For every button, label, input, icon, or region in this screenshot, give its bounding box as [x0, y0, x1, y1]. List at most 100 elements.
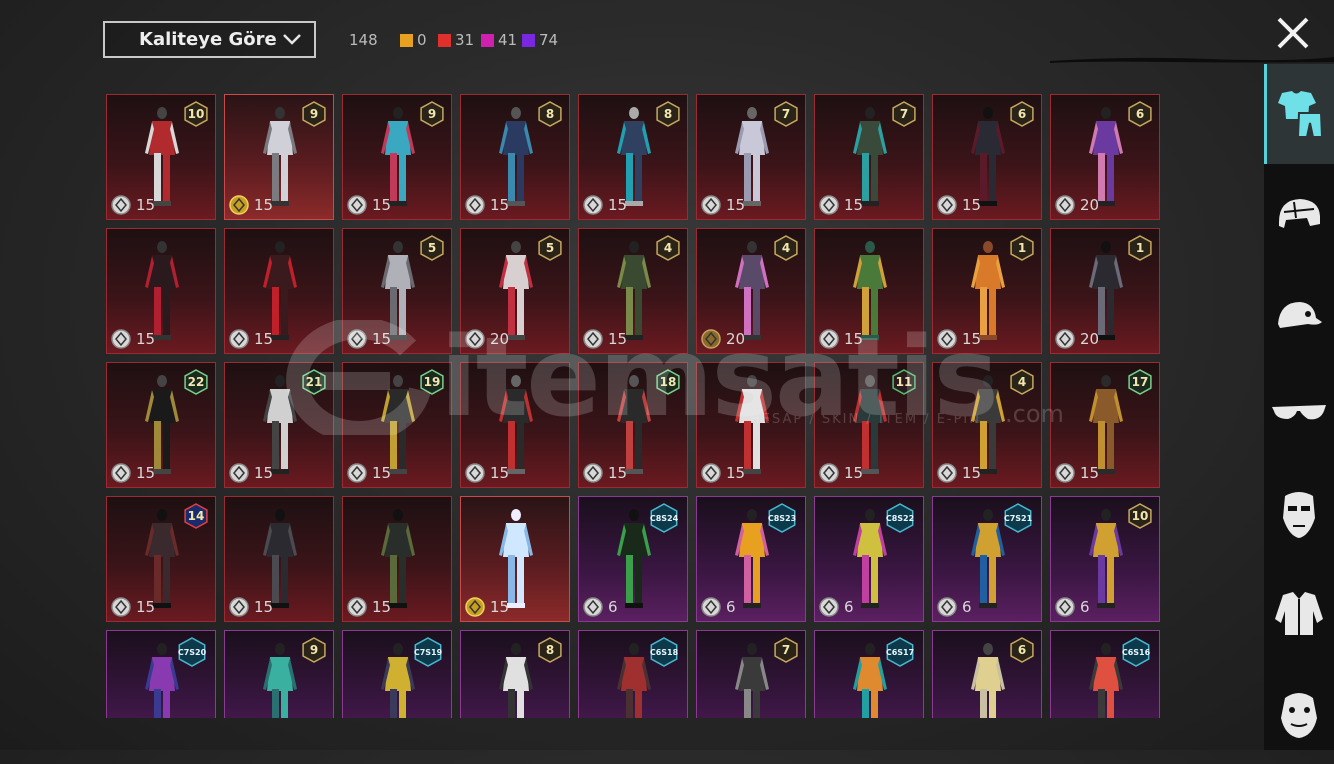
inventory-item-card[interactable]: 15 [814, 228, 924, 354]
price-value: 15 [254, 330, 274, 348]
purple-count: 74 [539, 31, 559, 49]
level-badge: 7 [773, 101, 799, 127]
level-badge: 9 [301, 637, 327, 663]
price-value: 15 [490, 598, 510, 616]
season-badge: C7S19 [411, 637, 445, 667]
inventory-item-card[interactable]: C6S18 [578, 630, 688, 718]
inventory-item-card[interactable]: 15 [460, 362, 570, 488]
inventory-item-card[interactable]: 5 20 [460, 228, 570, 354]
item-price: 15 [228, 596, 273, 618]
rarity-count-legendary: 0 [400, 31, 427, 49]
inventory-item-card[interactable]: 6 [932, 630, 1042, 718]
price-value: 20 [1080, 196, 1100, 214]
tab-faces[interactable] [1264, 664, 1334, 764]
inventory-item-card[interactable]: 18 15 [578, 362, 688, 488]
price-value: 15 [136, 196, 156, 214]
inventory-item-card[interactable]: 10 15 [106, 94, 216, 220]
inventory-item-card[interactable]: 21 15 [224, 362, 334, 488]
badge-text: 8 [663, 107, 673, 121]
inventory-item-card[interactable]: 7 [696, 630, 806, 718]
chevron-down-icon [283, 34, 301, 45]
inventory-item-card[interactable]: C7S19 [342, 630, 452, 718]
tab-helmets[interactable] [1264, 164, 1334, 264]
inventory-item-card[interactable]: 8 15 [578, 94, 688, 220]
inventory-item-card[interactable]: 19 15 [342, 362, 452, 488]
legendary-swatch [400, 33, 413, 47]
badge-text: 17 [1131, 375, 1149, 389]
tab-caps[interactable] [1264, 264, 1334, 364]
inventory-item-card[interactable]: 7 15 [696, 94, 806, 220]
price-value: 15 [136, 330, 156, 348]
badge-text: 7 [899, 107, 909, 121]
inventory-item-card[interactable]: 1 20 [1050, 228, 1160, 354]
level-badge: 14 [183, 503, 209, 529]
inventory-item-card[interactable]: 5 15 [342, 228, 452, 354]
item-price: 15 [346, 194, 391, 216]
inventory-item-card[interactable]: 15 [342, 496, 452, 622]
coin-icon [819, 463, 839, 483]
inventory-item-card[interactable]: 14 15 [106, 496, 216, 622]
close-icon[interactable] [1272, 12, 1314, 54]
inventory-item-card[interactable]: 1 15 [932, 228, 1042, 354]
badge-text: 9 [309, 107, 319, 121]
price-value: 15 [608, 196, 628, 214]
inventory-item-card[interactable]: 4 15 [578, 228, 688, 354]
inventory-item-card[interactable]: 4 20 [696, 228, 806, 354]
inventory-item-card[interactable]: 9 [224, 630, 334, 718]
pink-count: 41 [498, 31, 518, 49]
inventory-item-card[interactable]: C6S16 [1050, 630, 1160, 718]
item-price: 6 [818, 596, 854, 618]
level-badge: 9 [419, 101, 445, 127]
inventory-item-card[interactable]: 15 [460, 496, 570, 622]
inventory-item-card[interactable]: 11 15 [814, 362, 924, 488]
badge-text: 10 [1131, 509, 1149, 523]
coin-icon [819, 195, 839, 215]
tab-jackets[interactable] [1264, 564, 1334, 664]
inventory-item-card[interactable]: C8S24 6 [578, 496, 688, 622]
inventory-item-card[interactable]: C7S20 [106, 630, 216, 718]
inventory-item-card[interactable]: 8 15 [460, 94, 570, 220]
pink-swatch [481, 33, 494, 47]
coin-icon [465, 463, 485, 483]
tab-masks[interactable] [1264, 464, 1334, 564]
coin-icon [347, 329, 367, 349]
inventory-item-card[interactable]: 10 6 [1050, 496, 1160, 622]
inventory-item-card[interactable]: 7 15 [814, 94, 924, 220]
inventory-item-card[interactable]: 8 [460, 630, 570, 718]
item-price: 15 [464, 462, 509, 484]
price-value: 6 [1080, 598, 1090, 616]
level-badge: 9 [301, 101, 327, 127]
inventory-item-card[interactable]: 22 15 [106, 362, 216, 488]
inventory-item-card[interactable]: C7S21 6 [932, 496, 1042, 622]
price-value: 6 [608, 598, 618, 616]
level-badge: 10 [183, 101, 209, 127]
price-value: 20 [490, 330, 510, 348]
level-badge: 10 [1127, 503, 1153, 529]
inventory-item-card[interactable]: 6 20 [1050, 94, 1160, 220]
inventory-item-card[interactable]: 15 [696, 362, 806, 488]
inventory-item-card[interactable]: C8S22 6 [814, 496, 924, 622]
coin-icon [937, 195, 957, 215]
sort-dropdown[interactable]: Kaliteye Göre [103, 21, 316, 58]
purple-swatch [522, 33, 535, 47]
inventory-item-card[interactable]: C6S17 [814, 630, 924, 718]
inventory-item-card[interactable]: 15 [224, 496, 334, 622]
tab-glasses[interactable] [1264, 364, 1334, 464]
inventory-item-card[interactable]: C8S23 6 [696, 496, 806, 622]
inventory-item-card[interactable]: 9 15 [224, 94, 334, 220]
item-price: 15 [936, 462, 981, 484]
item-price: 20 [1054, 194, 1099, 216]
inventory-item-card[interactable]: 4 15 [932, 362, 1042, 488]
inventory-item-card[interactable]: 15 [224, 228, 334, 354]
inventory-item-card[interactable]: 15 [106, 228, 216, 354]
outfit-figure [735, 643, 769, 718]
price-value: 15 [254, 196, 274, 214]
tab-outfits[interactable] [1264, 64, 1334, 164]
price-value: 15 [490, 196, 510, 214]
badge-text: 19 [423, 375, 441, 389]
item-price: 15 [110, 462, 155, 484]
outfit-figure [263, 643, 297, 718]
inventory-item-card[interactable]: 6 15 [932, 94, 1042, 220]
inventory-item-card[interactable]: 17 15 [1050, 362, 1160, 488]
inventory-item-card[interactable]: 9 15 [342, 94, 452, 220]
